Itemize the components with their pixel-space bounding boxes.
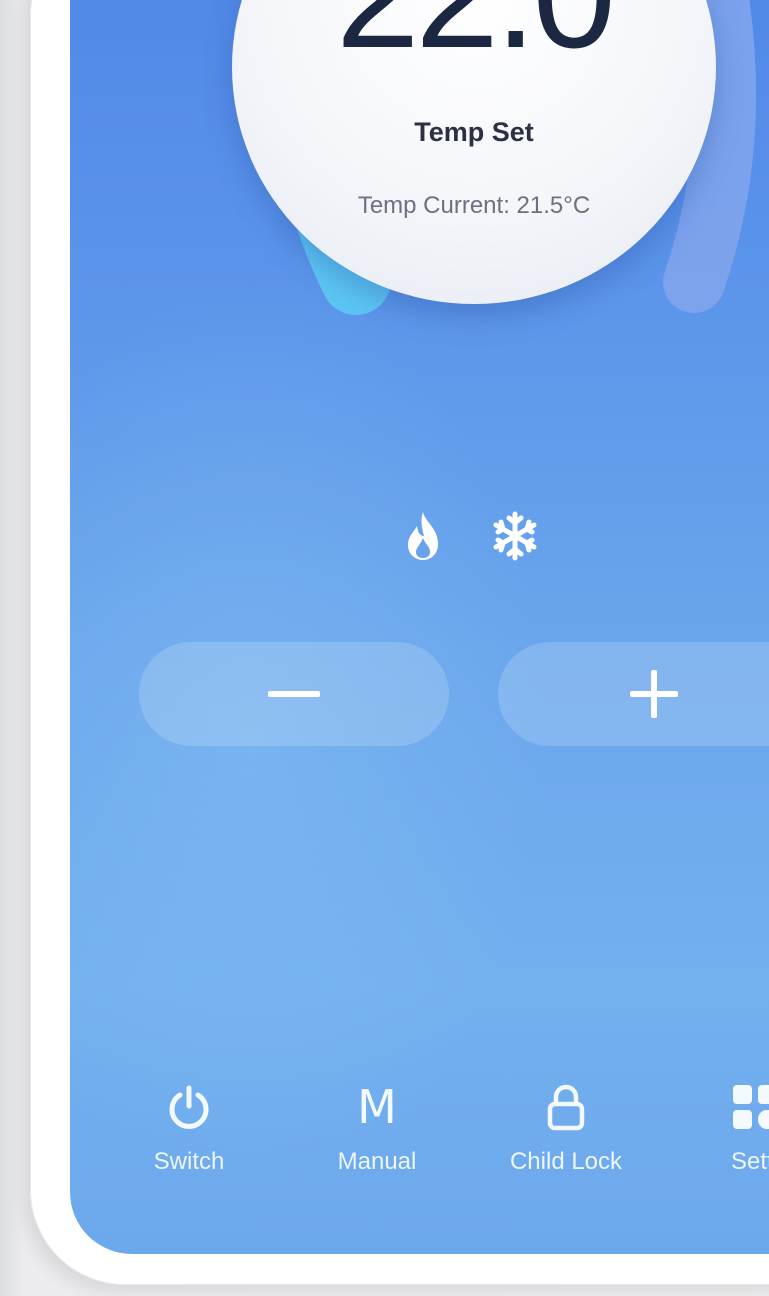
plus-icon	[630, 670, 678, 718]
nav-manual-label: Manual	[337, 1148, 417, 1175]
power-icon	[162, 1080, 216, 1134]
nav-manual[interactable]: M Manual	[292, 1080, 462, 1190]
m-icon: M	[350, 1080, 404, 1134]
nav-child-lock-label: Child Lock	[509, 1148, 623, 1175]
grid-icon	[728, 1080, 769, 1134]
minus-icon	[268, 691, 320, 697]
snowflake-icon[interactable]	[490, 508, 540, 564]
app-stage: 22.0 °C Temp Set Temp Current: 21.5°C	[0, 0, 769, 1296]
current-temperature: Temp Current: 21.5°C	[357, 192, 591, 219]
nav-switch[interactable]: Switch	[104, 1080, 274, 1190]
temperature-unit: °C	[650, 0, 688, 1]
nav-switch-label: Switch	[153, 1148, 225, 1175]
nav-settings-label: Setti	[730, 1148, 769, 1175]
lock-icon	[539, 1080, 593, 1134]
nav-settings[interactable]: Setti	[670, 1080, 769, 1190]
decrease-temperature-button[interactable]	[139, 642, 449, 746]
thermostat-screen: 22.0 °C Temp Set Temp Current: 21.5°C	[70, 0, 769, 1254]
temp-set-label: Temp Set	[414, 117, 534, 147]
manual-glyph: M	[357, 1080, 397, 1134]
nav-child-lock[interactable]: Child Lock	[481, 1080, 651, 1190]
increase-temperature-button[interactable]	[498, 642, 769, 746]
set-temperature-value: 22.0	[232, 0, 716, 70]
flame-icon[interactable]	[398, 508, 448, 564]
